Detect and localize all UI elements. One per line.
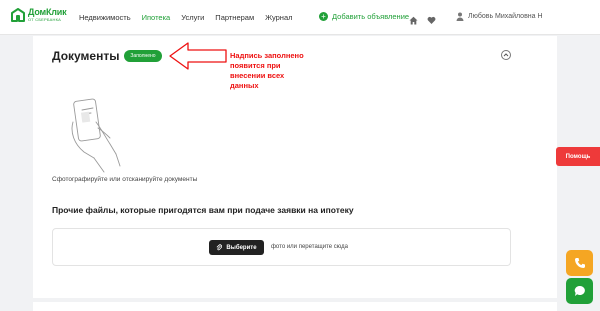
phone-icon bbox=[574, 258, 585, 268]
choose-file-label: Выберите bbox=[226, 244, 257, 251]
add-ad-button[interactable]: + Добавить объявление bbox=[319, 12, 409, 21]
heart-icon[interactable] bbox=[427, 12, 436, 24]
nav-item-mortgage[interactable]: Ипотека bbox=[142, 13, 171, 22]
call-button[interactable] bbox=[566, 250, 593, 276]
nav-item-realty[interactable]: Недвижимость bbox=[79, 13, 131, 22]
user-name: Любовь Михайловна Н bbox=[468, 13, 543, 20]
add-ad-label: Добавить объявление bbox=[332, 12, 410, 21]
help-tab[interactable]: Помощь bbox=[556, 147, 600, 166]
annotation-line: данных bbox=[230, 81, 259, 90]
file-dropzone[interactable]: Выберите фото или перетащите сюда bbox=[52, 228, 511, 266]
photo-hint: Сфотографируйте или отсканируйте докумен… bbox=[52, 176, 198, 183]
logo-title: ДомКлик bbox=[28, 7, 67, 17]
annotation-text: Надпись заполнено появится при внесении … bbox=[230, 51, 320, 91]
domclick-logo[interactable]: ДомКлик ОТ СБЕРБАНКА bbox=[11, 7, 67, 22]
status-badge: Заполнено bbox=[124, 50, 162, 62]
logo-subtitle: ОТ СБЕРБАНКА bbox=[28, 17, 62, 22]
top-header: ДомКлик ОТ СБЕРБАНКА Недвижимость Ипотек… bbox=[0, 0, 600, 35]
choose-file-button[interactable]: Выберите bbox=[209, 240, 264, 255]
annotation-line: Надпись заполнено bbox=[230, 51, 304, 60]
collapse-button[interactable] bbox=[501, 50, 511, 60]
user-icon bbox=[456, 12, 464, 21]
arrow-icon bbox=[168, 41, 228, 71]
home-icon[interactable] bbox=[409, 12, 418, 25]
nav-item-journal[interactable]: Журнал bbox=[265, 13, 292, 22]
chevron-up-icon bbox=[503, 53, 509, 57]
chat-icon bbox=[574, 285, 585, 296]
drop-hint: фото или перетащите сюда bbox=[271, 244, 348, 250]
nav-item-partners[interactable]: Партнерам bbox=[215, 13, 254, 22]
paperclip-icon bbox=[216, 244, 223, 251]
user-menu[interactable]: Любовь Михайловна Н bbox=[456, 12, 543, 21]
main-nav: Недвижимость Ипотека Услуги Партнерам Жу… bbox=[79, 13, 304, 22]
section-title: Документы bbox=[52, 49, 120, 63]
annotation-line: появится при bbox=[230, 61, 281, 70]
plus-circle-icon: + bbox=[319, 12, 328, 21]
other-files-title: Прочие файлы, которые пригодятся вам при… bbox=[52, 205, 354, 215]
annotation-line: внесении всех bbox=[230, 71, 285, 80]
next-card bbox=[33, 302, 557, 311]
nav-item-services[interactable]: Услуги bbox=[181, 13, 204, 22]
chat-button[interactable] bbox=[566, 278, 593, 304]
logo-icon bbox=[11, 8, 25, 22]
